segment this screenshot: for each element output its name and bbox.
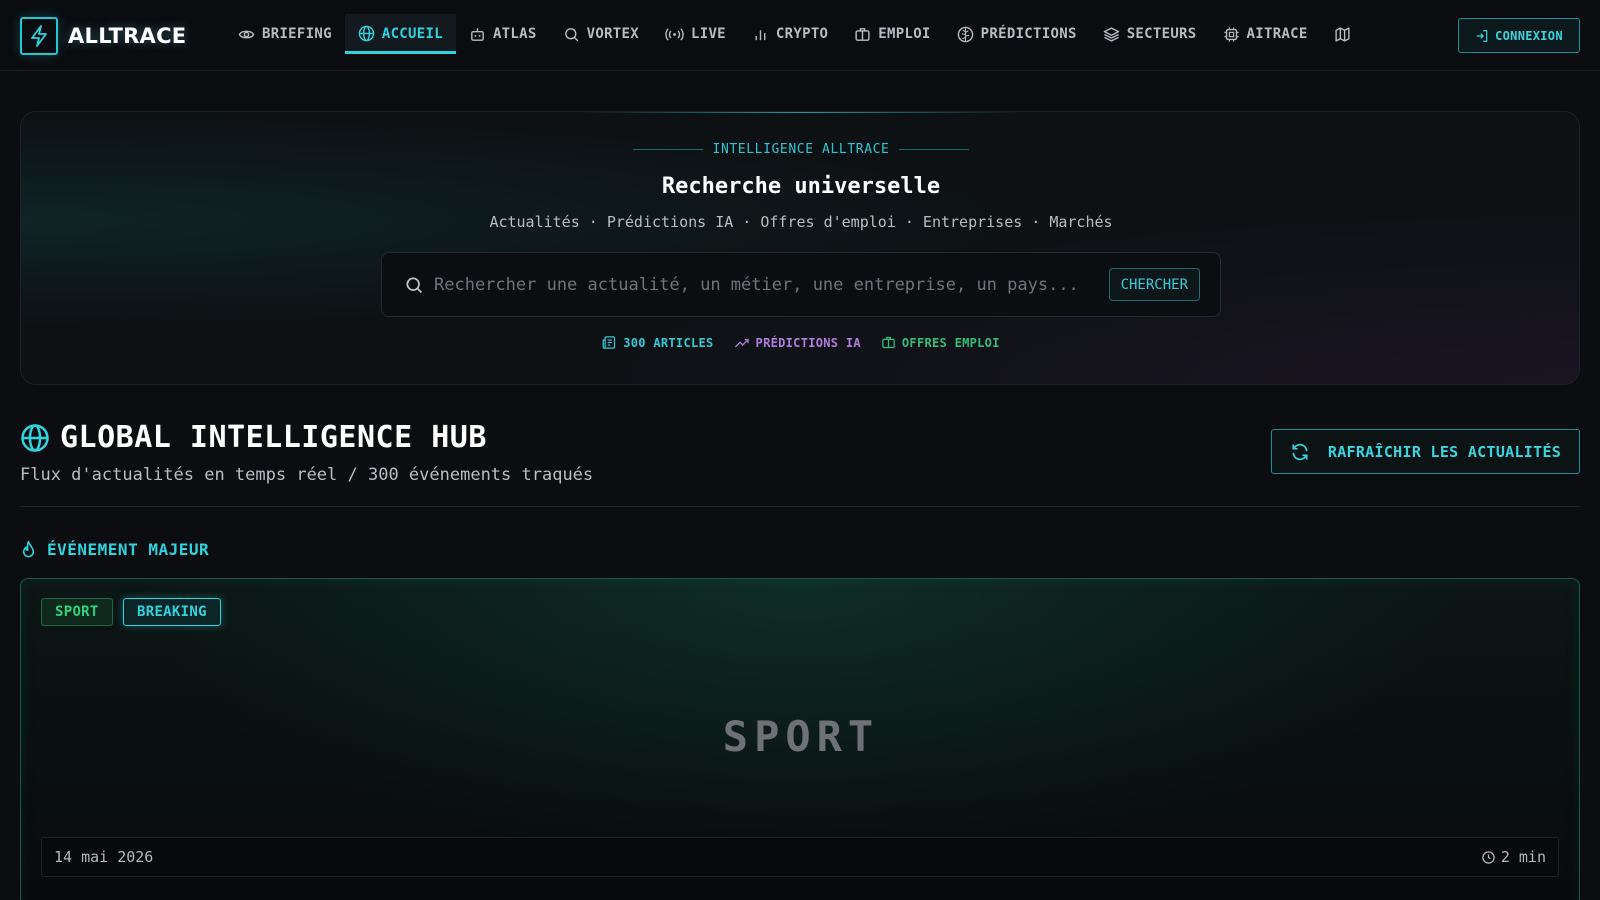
badge-jobs[interactable]: OFFRES EMPLOI (881, 335, 1000, 350)
nav-item-emploi[interactable]: EMPLOI (841, 14, 943, 54)
brand-name: ALLTRACE (68, 24, 187, 48)
badge-label: OFFRES EMPLOI (901, 335, 1000, 350)
bar-chart-icon (755, 29, 766, 40)
hero-glow-line (581, 112, 1021, 113)
nav-item-label: EMPLOI (878, 26, 931, 42)
search-box: CHERCHER (381, 252, 1221, 317)
briefcase-icon (855, 27, 870, 41)
event-image-placeholder: SPORT (722, 712, 880, 761)
globe-icon (358, 25, 375, 42)
chip-icon (1223, 26, 1239, 42)
nav-item-label: ACCUEIL (381, 25, 443, 42)
nav-item-label: VORTEX (586, 26, 639, 42)
main-nav: BRIEFING ACCUEIL ATLAS VORTEX LIVE CRYPT… (225, 14, 1371, 54)
hero-subtitle: Actualités · Prédictions IA · Offres d'e… (489, 213, 1113, 231)
nav-item-vortex[interactable]: VORTEX (550, 14, 652, 54)
refresh-news-button[interactable]: RAFRAÎCHIR LES ACTUALITÉS (1271, 429, 1580, 474)
login-button[interactable]: CONNEXION (1458, 18, 1580, 53)
tag-breaking[interactable]: BREAKING (123, 598, 221, 626)
top-navigation: ALLTRACE BRIEFING ACCUEIL ATLAS VORTEX L… (0, 0, 1600, 71)
event-meta-bar: 14 mai 2026 2 min (41, 837, 1559, 877)
search-button[interactable]: CHERCHER (1108, 268, 1200, 301)
clock-icon (1482, 850, 1495, 864)
nav-item-live[interactable]: LIVE (652, 14, 739, 54)
search-icon (564, 27, 578, 41)
major-event-card[interactable]: SPORT BREAKING SPORT 14 mai 2026 2 min (20, 578, 1580, 900)
nav-item-briefing[interactable]: BRIEFING (225, 14, 345, 54)
trend-up-icon (734, 338, 749, 347)
hero-kicker: INTELLIGENCE ALLTRACE (21, 142, 1579, 157)
search-input[interactable] (434, 274, 1109, 295)
broadcast-icon (665, 27, 684, 41)
nav-item-crypto[interactable]: CRYPTO (739, 14, 841, 54)
brain-icon (957, 26, 973, 42)
section-divider (20, 506, 1580, 507)
nav-item-atlas[interactable]: ATLAS (456, 14, 550, 54)
nav-item-secteurs[interactable]: SECTEURS (1090, 14, 1210, 54)
badge-label: PRÉDICTIONS IA (755, 335, 861, 350)
login-label: CONNEXION (1495, 28, 1563, 43)
hero-kicker-text: INTELLIGENCE ALLTRACE (712, 142, 890, 157)
nav-item-label: PRÉDICTIONS (980, 26, 1077, 42)
robot-icon (471, 27, 484, 41)
lightning-icon (20, 17, 58, 55)
refresh-icon (1292, 443, 1308, 460)
search-icon (406, 277, 423, 293)
layers-icon (1103, 26, 1119, 42)
nav-item-map[interactable] (1321, 14, 1371, 54)
badge-articles[interactable]: 300 ARTICLES (602, 335, 713, 350)
badge-label: 300 ARTICLES (623, 335, 714, 350)
tag-sport[interactable]: SPORT (41, 598, 113, 626)
nav-item-label: CRYPTO (775, 26, 829, 42)
refresh-label: RAFRAÎCHIR LES ACTUALITÉS (1327, 442, 1562, 461)
nav-item-label: AITRACE (1246, 26, 1308, 42)
nav-item-label: SECTEURS (1126, 26, 1197, 42)
kicker-line-right (899, 149, 970, 150)
nav-item-predictions[interactable]: PRÉDICTIONS (944, 14, 1090, 54)
nav-item-accueil[interactable]: ACCUEIL (344, 14, 456, 54)
login-icon (1476, 29, 1488, 42)
news-icon (602, 336, 616, 349)
eye-icon (238, 30, 255, 38)
globe-icon (21, 423, 49, 452)
nav-item-aitrace[interactable]: AITRACE (1210, 14, 1321, 54)
flame-icon (22, 540, 35, 558)
nav-item-label: ATLAS (492, 26, 537, 42)
read-time: 2 min (1481, 848, 1546, 866)
page-subtitle: Flux d'actualités en temps réel / 300 év… (20, 465, 594, 485)
nav-item-label: BRIEFING (262, 26, 332, 42)
hero-title: Recherche universelle (661, 174, 941, 199)
hero-badges: 300 ARTICLES PRÉDICTIONS IA OFFRES EMPLO… (21, 335, 1579, 350)
nav-item-label: LIVE (690, 26, 726, 42)
brand-logo[interactable]: ALLTRACE (20, 17, 186, 55)
hub-header: GLOBAL INTELLIGENCE HUB (20, 420, 487, 455)
map-icon (1335, 26, 1350, 42)
read-time-value: 2 min (1500, 848, 1546, 866)
major-event-heading: ÉVÉNEMENT MAJEUR (20, 540, 209, 559)
page-title: GLOBAL INTELLIGENCE HUB (60, 420, 487, 455)
briefcase-icon (882, 336, 895, 349)
badge-predictions[interactable]: PRÉDICTIONS IA (734, 335, 861, 350)
event-date: 14 mai 2026 (54, 848, 154, 866)
universal-search-panel: INTELLIGENCE ALLTRACE Recherche universe… (20, 111, 1580, 385)
kicker-line-left (632, 149, 703, 150)
major-event-label: ÉVÉNEMENT MAJEUR (47, 540, 210, 559)
